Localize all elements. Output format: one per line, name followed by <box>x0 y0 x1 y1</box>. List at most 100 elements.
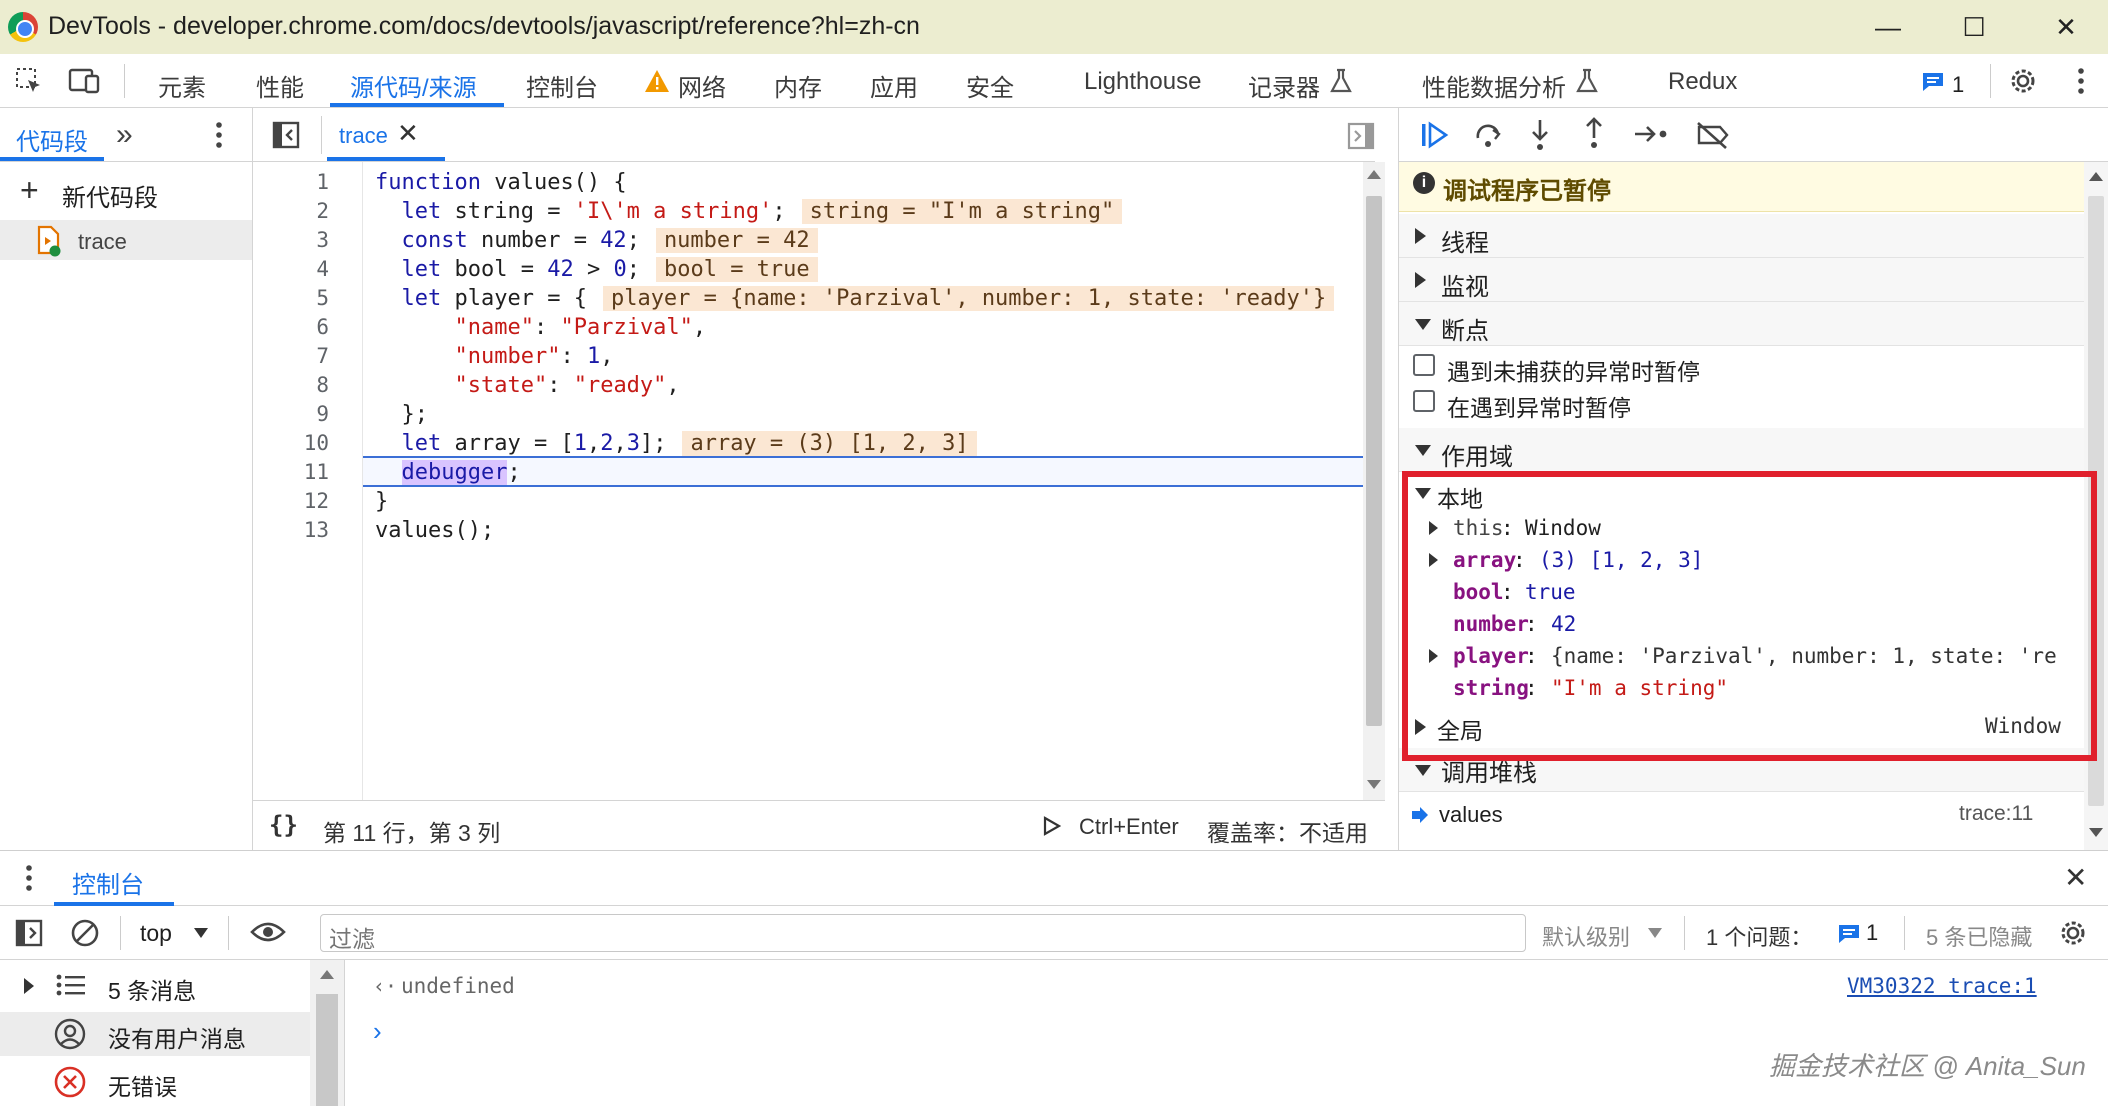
scroll-down-icon[interactable] <box>1367 780 1381 789</box>
context-selector[interactable]: top <box>140 920 172 947</box>
scroll-up-icon[interactable] <box>320 970 334 979</box>
collapse-arrow-icon <box>1415 765 1431 776</box>
pause-uncaught-row[interactable]: 遇到未捕获的异常时暂停 <box>1399 348 2085 385</box>
tab-application[interactable]: 应用 <box>870 68 918 103</box>
toggle-navigator-icon[interactable] <box>271 120 301 150</box>
scroll-up-icon[interactable] <box>2089 172 2103 181</box>
line-number[interactable]: 10 <box>253 429 329 458</box>
tab-snippets[interactable]: 代码段 <box>16 122 88 157</box>
line-number[interactable]: 12 <box>253 487 329 516</box>
step-out-icon[interactable] <box>1581 116 1607 150</box>
editor-scrollbar[interactable] <box>1363 162 1385 800</box>
pause-caught-row[interactable]: 在遇到异常时暂停 <box>1399 384 2085 421</box>
new-snippet-button[interactable]: + 新代码段 <box>0 170 252 212</box>
console-settings-icon[interactable] <box>2058 918 2088 948</box>
step-over-icon[interactable] <box>1473 120 1503 150</box>
code-editor[interactable]: 1 2 3 4 5 6 7 8 9 10 11 12 13 function v… <box>253 162 1363 800</box>
issues-label[interactable]: 1 个问题： <box>1706 920 1812 952</box>
dropdown-arrow-icon[interactable] <box>194 928 208 938</box>
scrollbar-thumb[interactable] <box>1366 196 1382 726</box>
console-sidebar: 5 条消息 没有用户消息 无错误 <box>0 960 345 1106</box>
tab-elements[interactable]: 元素 <box>158 68 206 103</box>
output-value: undefined <box>401 974 515 998</box>
drawer-menu-icon[interactable] <box>24 863 34 893</box>
scope-section-header[interactable]: 作用域 <box>1399 428 2085 472</box>
tab-performance[interactable]: 性能 <box>256 68 304 103</box>
tab-divider <box>124 64 125 98</box>
run-snippet-icon[interactable] <box>1043 816 1061 836</box>
inspect-element-icon[interactable] <box>14 66 44 96</box>
close-window-button[interactable]: ✕ <box>2044 8 2088 46</box>
close-tab-icon[interactable]: ✕ <box>397 118 419 149</box>
tab-redux[interactable]: Redux <box>1668 68 1737 96</box>
line-number[interactable]: 6 <box>253 313 329 342</box>
settings-gear-icon[interactable] <box>2008 66 2038 96</box>
tab-sources[interactable]: 源代码/来源 <box>350 68 477 103</box>
scroll-up-icon[interactable] <box>1367 170 1381 179</box>
snippet-item[interactable]: trace <box>0 220 252 260</box>
tab-network[interactable]: 网络 <box>678 68 726 103</box>
close-drawer-icon[interactable]: ✕ <box>2064 861 2087 894</box>
line-number[interactable]: 11 <box>253 458 329 487</box>
line-number[interactable]: 13 <box>253 516 329 545</box>
clear-console-icon[interactable] <box>70 918 100 948</box>
line-number[interactable]: 5 <box>253 284 329 313</box>
threads-section-header[interactable]: 线程 <box>1399 214 2085 258</box>
breakpoints-section-header[interactable]: 断点 <box>1399 302 2085 346</box>
step-icon[interactable] <box>1633 122 1671 146</box>
code-line: }; <box>375 402 428 427</box>
active-nav-indicator <box>0 157 104 161</box>
drawer-tab-console[interactable]: 控制台 <box>54 851 174 906</box>
messages-row[interactable]: 5 条消息 <box>0 964 310 1008</box>
device-toolbar-icon[interactable] <box>68 66 102 96</box>
scrollbar-thumb[interactable] <box>316 994 338 1106</box>
errors-row[interactable]: 无错误 <box>0 1060 310 1104</box>
dropdown-arrow-icon[interactable] <box>1648 928 1662 938</box>
scroll-down-icon[interactable] <box>2089 828 2103 837</box>
console-filter-input[interactable]: 过滤 <box>320 914 1526 952</box>
snippet-file-icon <box>36 225 62 257</box>
tab-console[interactable]: 控制台 <box>526 68 598 103</box>
resume-icon[interactable] <box>1419 120 1449 150</box>
call-frame-location: trace:11 <box>1959 802 2034 825</box>
console-sidebar-scrollbar[interactable] <box>310 960 344 1106</box>
console-prompt[interactable]: › <box>373 1016 382 1047</box>
tab-memory[interactable]: 内存 <box>774 68 822 103</box>
live-expression-eye-icon[interactable] <box>250 920 286 944</box>
tab-performance-insights[interactable]: 性能数据分析 <box>1422 68 1566 103</box>
line-number[interactable]: 8 <box>253 371 329 400</box>
pretty-print-icon[interactable]: {} <box>269 811 298 839</box>
deactivate-breakpoints-icon[interactable] <box>1695 120 1731 150</box>
inline-value: player = {name: 'Parzival', number: 1, s… <box>602 286 1335 311</box>
line-number[interactable]: 3 <box>253 226 329 255</box>
watch-section-header[interactable]: 监视 <box>1399 258 2085 302</box>
tab-recorder[interactable]: 记录器 <box>1248 68 1320 103</box>
issues-icon[interactable] <box>1838 924 1860 944</box>
editor-file-tab[interactable]: trace ✕ <box>327 108 445 161</box>
more-tabs-button[interactable]: » <box>116 118 133 152</box>
output-source-link[interactable]: VM30322 trace:1 <box>1847 974 2037 998</box>
issues-icon[interactable] <box>1922 72 1944 92</box>
line-number[interactable]: 4 <box>253 255 329 284</box>
minimize-button[interactable]: — <box>1866 8 1910 46</box>
pause-caught-checkbox[interactable] <box>1413 390 1435 412</box>
paused-label: 调试程序已暂停 <box>1443 178 1611 205</box>
maximize-button[interactable]: ☐ <box>1952 8 1996 46</box>
code-line: let array = [1,2,3]; array = (3) [1, 2, 3… <box>375 429 977 458</box>
pause-uncaught-checkbox[interactable] <box>1413 354 1435 376</box>
line-number[interactable]: 7 <box>253 342 329 371</box>
line-number[interactable]: 9 <box>253 400 329 429</box>
more-options-icon[interactable] <box>2076 66 2086 96</box>
line-number[interactable]: 2 <box>253 197 329 226</box>
toggle-debugger-icon[interactable] <box>1347 122 1375 150</box>
toggle-sidebar-icon[interactable] <box>14 918 44 948</box>
user-messages-row[interactable]: 没有用户消息 <box>0 1012 310 1056</box>
navigator-menu-icon[interactable] <box>214 120 224 150</box>
tab-lighthouse[interactable]: Lighthouse <box>1084 68 1201 96</box>
log-level-selector[interactable]: 默认级别 <box>1542 920 1630 952</box>
step-into-icon[interactable] <box>1527 118 1553 152</box>
line-number[interactable]: 1 <box>253 168 329 197</box>
code-line: let string = 'I\'m a string'; string = "I… <box>375 197 1123 226</box>
call-frame-row[interactable]: values trace:11 <box>1399 796 2085 836</box>
tab-security[interactable]: 安全 <box>966 68 1014 103</box>
